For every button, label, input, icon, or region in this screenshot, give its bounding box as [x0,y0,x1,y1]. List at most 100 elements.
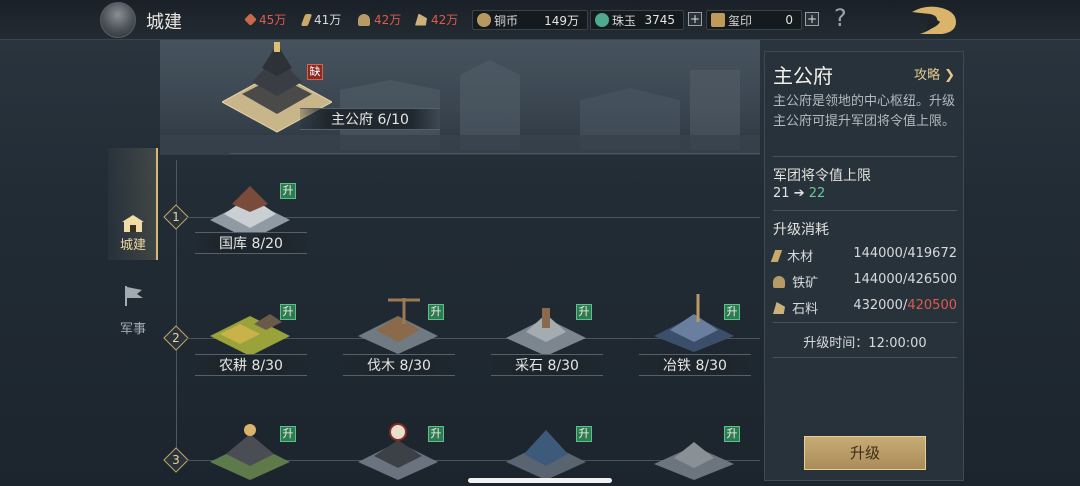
city-build-icon [122,215,144,232]
upgrade-badge: 升 [280,426,296,442]
home-indicator[interactable] [468,478,612,483]
iron-resource: 42万 [358,11,401,28]
copper-coin-icon [477,13,491,27]
stat-label: 军团将令值上限 [773,168,871,184]
upgrade-badge: 升 [280,304,296,320]
treasury-building[interactable] [210,180,290,240]
tier3-building-2[interactable] [358,420,438,480]
stat-values: 21 ➔ 22 [773,186,825,201]
currency-label: 铜币 [494,13,519,28]
cost-amount: 144000/419672 [853,246,957,261]
tier-number: 2 [172,331,180,345]
military-flag-icon [125,286,143,306]
main-hall-label[interactable]: 主公府 6/10 [300,108,440,130]
cost-label: 升级消耗 [773,222,829,238]
arrow-right-icon: ➔ [793,186,805,201]
stone-resource: 42万 [415,11,458,28]
quarry-label[interactable]: 采石 8/30 [491,354,603,376]
upgrade-badge: 升 [428,426,444,442]
seal-currency: 玺印 0 [706,10,802,30]
upgrade-button[interactable]: 升级 [804,436,926,470]
quarry-building[interactable] [506,300,586,360]
page-title: 城建 [146,12,182,33]
stone-value: 42万 [431,13,459,27]
stat-current: 21 [773,186,790,201]
cost-have: 144000 [853,272,903,287]
upgrade-badge: 升 [428,304,444,320]
tier-number: 3 [172,453,180,467]
currency-value: 3745 [644,13,675,27]
cost-name: 木材 [787,250,814,265]
copper-coin-currency: 铜币 149万 [472,10,588,30]
food-resource: 45万 [244,11,287,28]
top-bar: 城建 45万 41万 42万 42万 铜币 149万 珠玉 3745 + 玺印 … [0,0,1080,40]
tab-label: 军事 [119,322,146,337]
cost-amount: 432000/420500 [853,298,957,313]
wood-icon [300,13,313,26]
lumber-building[interactable] [358,294,438,354]
guide-link[interactable]: 攻略 ❯ [914,64,955,83]
cost-row-iron: 铁矿 144000/426500 [773,272,957,291]
smelter-label[interactable]: 冶铁 8/30 [639,354,751,376]
stone-icon [415,13,427,26]
divider [773,357,957,358]
wood-icon [770,250,783,262]
farm-label[interactable]: 农耕 8/30 [195,354,307,376]
tier3-building-1[interactable] [210,420,290,480]
upgrade-badge: 升 [280,183,296,199]
food-value: 45万 [259,13,287,27]
currency-label: 玺印 [728,13,753,28]
cost-row-stone: 石料 432000/420500 [773,298,957,317]
tier-number: 1 [172,210,180,224]
building-detail-panel: 主公府 攻略 ❯ 主公府是领地的中心枢纽。升级主公府可提升军团将令值上限。 军团… [764,51,964,481]
panel-title: 主公府 [773,64,833,88]
tier3-building-4[interactable] [654,420,734,480]
divider [773,322,957,323]
upgrade-badge: 升 [724,304,740,320]
cost-name: 铁矿 [792,276,819,291]
divider [773,210,957,211]
seal-icon [711,13,725,27]
currency-value: 0 [785,13,793,27]
iron-value: 42万 [374,13,402,27]
panel-description: 主公府是领地的中心枢纽。升级主公府可提升军团将令值上限。 [773,94,956,129]
stone-icon [773,302,785,314]
currency-value: 149万 [544,13,579,28]
food-icon [244,13,257,26]
wood-resource: 41万 [300,11,342,28]
cost-have: 432000 [853,298,903,313]
chevron-right-icon: ❯ [939,68,955,83]
upgrade-badge: 升 [576,304,592,320]
stat-next: 22 [808,186,826,201]
tier3-building-3[interactable] [506,420,586,480]
cost-need-short: 420500 [907,298,957,313]
upgrade-badge: 升 [576,426,592,442]
cost-need: 426500 [907,272,957,287]
wood-value: 41万 [314,13,342,27]
farm-building[interactable] [210,300,290,360]
currency-label: 珠玉 [612,13,637,28]
guide-label: 攻略 [913,68,940,83]
iron-icon [773,276,785,288]
jade-icon [595,13,609,27]
add-seal-button[interactable]: + [805,12,819,26]
cost-have: 144000 [853,246,903,261]
smelter-building[interactable] [654,292,734,352]
cost-name: 石料 [792,302,819,317]
divider [230,153,760,154]
upgrade-badge: 升 [724,426,740,442]
back-dragon-icon[interactable] [906,2,962,38]
help-icon[interactable]: ? [834,4,847,32]
iron-icon [358,13,370,26]
lack-badge: 缺 [307,64,323,80]
divider [773,156,957,157]
upgrade-time: 升级时间：12:00:00 [803,336,927,351]
tab-military[interactable]: 军事 [108,284,158,344]
treasury-label[interactable]: 国库 8/20 [195,232,307,254]
lumber-label[interactable]: 伐木 8/30 [343,354,455,376]
tab-city-build[interactable]: 城建 [108,148,158,260]
cost-amount: 144000/426500 [853,272,957,287]
tab-label: 城建 [119,238,146,253]
avatar[interactable] [100,2,136,38]
add-jade-button[interactable]: + [688,12,702,26]
